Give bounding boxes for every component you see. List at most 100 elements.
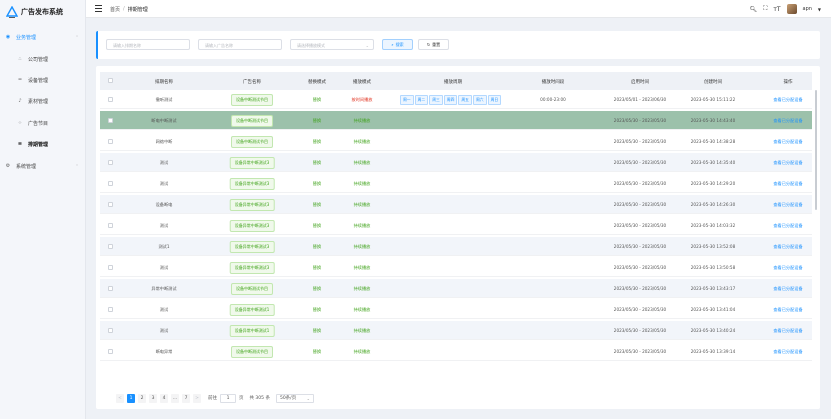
logo-icon bbox=[6, 5, 18, 18]
view-assigned-devices-link[interactable]: 查看已分配设备 bbox=[773, 265, 802, 271]
row-checkbox[interactable] bbox=[108, 265, 113, 270]
weekday-tag: 周三 bbox=[429, 95, 443, 105]
user-name[interactable]: apn bbox=[803, 6, 812, 12]
row-checkbox[interactable] bbox=[108, 349, 113, 354]
view-assigned-devices-link[interactable]: 查看已分配设备 bbox=[773, 349, 802, 355]
cell-ad-name-tag: 设备中断测试节目 bbox=[231, 136, 273, 148]
cell-replace-mode: 替换 bbox=[312, 97, 322, 102]
cell-enable-time: 2023/05/30 - 2023/05/30 bbox=[613, 244, 667, 249]
caret-down-icon[interactable]: ▼ bbox=[818, 7, 821, 12]
reset-button-label: 重置 bbox=[432, 41, 441, 47]
view-assigned-devices-link[interactable]: 查看已分配设备 bbox=[773, 118, 802, 124]
cell-play-mode: 持续播放 bbox=[353, 139, 371, 144]
prev-page-button[interactable]: < bbox=[116, 393, 124, 403]
search-icon[interactable]: 🔍︎ bbox=[750, 6, 758, 13]
logo: 广告发布系统 bbox=[6, 4, 84, 19]
search-button-label: 搜索 bbox=[395, 41, 404, 47]
col-replace-mode: 替换模式 bbox=[308, 80, 326, 85]
play-mode-select[interactable]: 请选择播放模式 ⌄ bbox=[290, 39, 374, 50]
view-assigned-devices-link[interactable]: 查看已分配设备 bbox=[773, 160, 802, 166]
view-assigned-devices-link[interactable]: 查看已分配设备 bbox=[773, 202, 802, 208]
view-assigned-devices-link[interactable]: 查看已分配设备 bbox=[773, 244, 802, 250]
cell-schedule-name: 测试 bbox=[159, 160, 169, 165]
menu-toggle-icon[interactable] bbox=[95, 5, 102, 12]
search-button[interactable]: ⌕ 搜索 bbox=[382, 39, 413, 50]
row-checkbox[interactable] bbox=[108, 97, 113, 102]
total-count: 共 305 条 bbox=[249, 396, 270, 401]
cell-created-time: 2023-05-30 13:40:24 bbox=[690, 328, 736, 333]
row-checkbox[interactable] bbox=[108, 223, 113, 228]
avatar[interactable] bbox=[786, 4, 797, 14]
row-checkbox[interactable] bbox=[108, 181, 113, 186]
row-checkbox[interactable] bbox=[108, 244, 113, 249]
reset-button[interactable]: ↻ 重置 bbox=[418, 39, 449, 50]
view-assigned-devices-link[interactable]: 查看已分配设备 bbox=[773, 223, 802, 229]
col-enable-time: 启用时间 bbox=[631, 80, 649, 85]
page-button[interactable]: 4 bbox=[160, 393, 168, 403]
table-row[interactable]: 测试 设备异常中断测试3 替换 持续播放 2023/05/30 - 2023/05/30… bbox=[100, 258, 812, 277]
cell-play-period: 00:00-23:00 bbox=[540, 97, 566, 102]
next-page-button[interactable]: > bbox=[193, 393, 201, 403]
sidebar-item-1[interactable]: ∴ 公司管理 bbox=[0, 53, 86, 65]
cell-created-time: 2023-05-30 13:41:04 bbox=[690, 307, 736, 312]
ad-name-input[interactable]: 请输入广告名称 bbox=[198, 39, 282, 50]
table-scrollbar[interactable] bbox=[815, 90, 817, 210]
sidebar-item-0[interactable]: ◉ 业务管理 ˄ bbox=[0, 31, 86, 43]
col-created-time: 创建时间 bbox=[704, 80, 722, 85]
font-size-icon[interactable]: тТ bbox=[773, 6, 780, 13]
table-row[interactable]: 测试 设备异常中断测试1 替换 持续播放 2023/05/30 - 2023/05/30… bbox=[100, 321, 812, 340]
breadcrumb-home[interactable]: 首页 bbox=[110, 6, 120, 13]
page-button[interactable]: 2 bbox=[138, 393, 146, 403]
sidebar-item-4[interactable]: ⁘ 广告节目 bbox=[0, 117, 86, 129]
table-row[interactable]: 测试 设备异常中断测试3 替换 持续播放 2023/05/30 - 2023/05/30… bbox=[100, 216, 812, 235]
goto-page-input[interactable]: 1 bbox=[220, 393, 236, 403]
cell-created-time: 2023-05-30 15:11:22 bbox=[690, 97, 736, 102]
cell-replace-mode: 替换 bbox=[312, 139, 322, 144]
table-row[interactable]: 测试 设备异常中断测试1 替换 持续播放 2023/05/30 - 2023/05/30… bbox=[100, 300, 812, 319]
cell-replace-mode: 替换 bbox=[312, 160, 322, 165]
row-checkbox[interactable] bbox=[108, 328, 113, 333]
table-row[interactable]: 撤听测试 设备中断测试节目 替换 按时间播放 周一 周二 周三 周四 周五 周六 周日 00:00-2… bbox=[100, 90, 812, 109]
page-size-select[interactable]: 50条/页 ⌄ bbox=[275, 393, 314, 403]
view-assigned-devices-link[interactable]: 查看已分配设备 bbox=[773, 307, 802, 313]
program-icon: ⁘ bbox=[17, 120, 23, 126]
cell-created-time: 2023-05-30 14:26:30 bbox=[690, 202, 736, 207]
cell-enable-time: 2023/05/30 - 2023/05/30 bbox=[613, 265, 667, 270]
goto-label: 前往 bbox=[208, 396, 217, 401]
view-assigned-devices-link[interactable]: 查看已分配设备 bbox=[773, 139, 802, 145]
table-row[interactable]: 测试 设备异常中断测试3 替换 持续播放 2023/05/30 - 2023/05/30… bbox=[100, 153, 812, 172]
cell-schedule-name: 网络中断 bbox=[155, 139, 173, 144]
cell-ad-name-tag: 设备中断测试节目 bbox=[231, 283, 273, 295]
row-checkbox[interactable] bbox=[108, 160, 113, 165]
page-button[interactable]: 7 bbox=[182, 393, 190, 403]
view-assigned-devices-link[interactable]: 查看已分配设备 bbox=[773, 286, 802, 292]
more-pages-icon[interactable]: ... bbox=[171, 393, 179, 403]
table-row[interactable]: 断电中断测试 设备中断测试节目 替换 持续播放 2023/05/30 - 2023/05… bbox=[100, 111, 812, 130]
row-checkbox[interactable] bbox=[108, 307, 113, 312]
sidebar-item-2[interactable]: ═ 设备管理 bbox=[0, 74, 86, 86]
sidebar-item-3[interactable]: ♪ 素材管理 bbox=[0, 95, 86, 107]
table-row[interactable]: 断电异常 设备中断测试节目 替换 持续播放 2023/05/30 - 2023/05/3… bbox=[100, 342, 812, 361]
table-row[interactable]: 设备断电 设备异常中断测试3 替换 持续播放 2023/05/30 - 2023/05/… bbox=[100, 195, 812, 214]
schedule-icon: ≡ bbox=[17, 141, 23, 147]
row-checkbox[interactable] bbox=[108, 118, 113, 123]
fullscreen-icon[interactable]: ⛶ bbox=[763, 5, 767, 13]
view-assigned-devices-link[interactable]: 查看已分配设备 bbox=[773, 97, 802, 103]
table-row[interactable]: 网络中断 设备中断测试节目 替换 持续播放 2023/05/30 - 2023/05/3… bbox=[100, 132, 812, 151]
table-panel: 排期名称 广告名称 替换模式 播放模式 播放周期 播放时间段 启用时间 创建时间… bbox=[96, 66, 820, 409]
view-assigned-devices-link[interactable]: 查看已分配设备 bbox=[773, 328, 802, 334]
row-checkbox[interactable] bbox=[108, 202, 113, 207]
cell-enable-time: 2023/05/30 - 2023/05/30 bbox=[613, 307, 667, 312]
schedule-name-input[interactable]: 请输入排期名称 bbox=[106, 39, 190, 50]
page-button[interactable]: 3 bbox=[149, 393, 157, 403]
row-checkbox[interactable] bbox=[108, 139, 113, 144]
view-assigned-devices-link[interactable]: 查看已分配设备 bbox=[773, 181, 802, 187]
table-row[interactable]: 测试 设备异常中断测试3 替换 持续播放 2023/05/30 - 2023/05/30… bbox=[100, 174, 812, 193]
sidebar-item-6[interactable]: ⚙ 系统管理 ˅ bbox=[0, 160, 86, 172]
table-row[interactable]: 异常中断测试 设备中断测试节目 替换 持续播放 2023/05/30 - 2023/05… bbox=[100, 279, 812, 298]
sidebar-item-5[interactable]: ≡ 排期管理 bbox=[0, 138, 86, 150]
row-checkbox[interactable] bbox=[108, 286, 113, 291]
page-button[interactable]: 1 bbox=[127, 393, 135, 403]
select-all-checkbox[interactable] bbox=[108, 78, 113, 83]
table-row[interactable]: 测试1 设备异常中断测试3 替换 持续播放 2023/05/30 - 2023/05/3… bbox=[100, 237, 812, 256]
